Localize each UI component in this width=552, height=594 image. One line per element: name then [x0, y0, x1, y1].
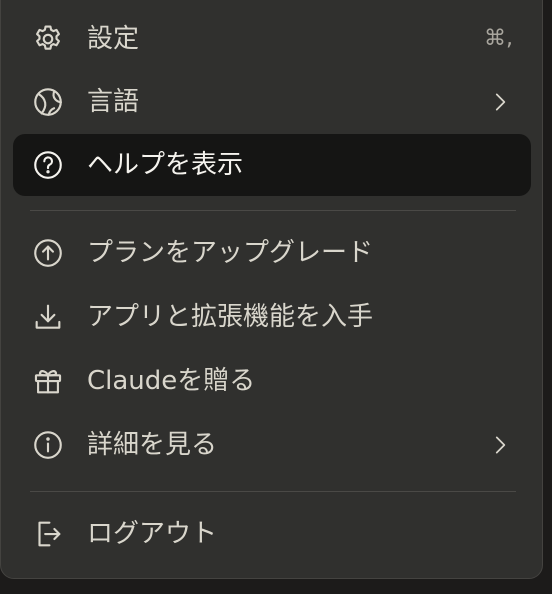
settings-shortcut: ⌘, [484, 26, 513, 51]
menu-item-help[interactable]: ヘルプを表示 [13, 134, 531, 196]
menu-item-learn-more[interactable]: 詳細を見る [13, 414, 531, 476]
menu-item-settings-label: 設定 [87, 24, 140, 54]
upgrade-arrow-icon [31, 236, 65, 270]
menu-item-logout-label: ログアウト [87, 519, 218, 549]
info-icon [31, 428, 65, 462]
menu-item-get-apps-label: アプリと拡張機能を入手 [87, 302, 374, 332]
gift-icon [31, 364, 65, 398]
menu-item-logout[interactable]: ログアウト [13, 503, 531, 565]
logout-icon [31, 517, 65, 551]
menu-item-gift-claude[interactable]: Claudeを贈る [13, 350, 531, 412]
chevron-right-icon [487, 432, 513, 458]
menu-item-language-label: 言語 [87, 87, 140, 117]
menu-item-gift-claude-label: Claudeを贈る [87, 366, 256, 396]
menu-divider [30, 491, 516, 492]
menu-item-help-label: ヘルプを表示 [87, 150, 244, 180]
menu-item-upgrade-plan-label: プランをアップグレード [87, 238, 374, 268]
chevron-right-icon [487, 89, 513, 115]
menu-item-learn-more-label: 詳細を見る [87, 430, 218, 460]
menu-item-upgrade-plan[interactable]: プランをアップグレード [13, 222, 531, 284]
gear-icon [31, 22, 65, 56]
menu-item-language[interactable]: 言語 [13, 71, 531, 133]
menu-item-settings[interactable]: 設定 ⌘, [13, 8, 531, 70]
menu-item-get-apps[interactable]: アプリと拡張機能を入手 [13, 286, 531, 348]
download-icon [31, 300, 65, 334]
globe-icon [31, 85, 65, 119]
help-circle-icon [31, 148, 65, 182]
account-menu: 設定 ⌘, 言語 ヘルプを表示 プランをアップグレード アプリと拡張機能を入手 … [0, 0, 543, 579]
menu-divider [30, 210, 516, 211]
